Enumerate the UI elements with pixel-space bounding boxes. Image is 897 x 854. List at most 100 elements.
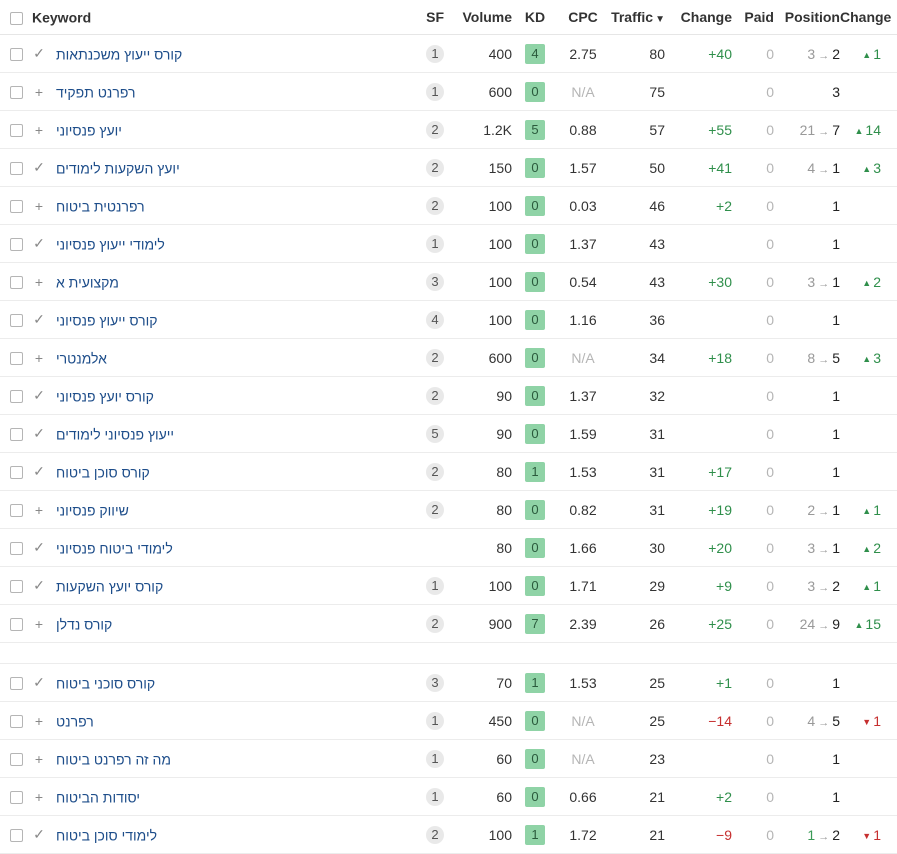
col-traffic-change[interactable]: Change — [665, 0, 732, 35]
row-checkbox[interactable] — [0, 34, 32, 73]
row-checkbox[interactable] — [0, 777, 32, 816]
added-check-icon[interactable]: ✓ — [32, 826, 46, 843]
added-check-icon[interactable]: ✓ — [32, 539, 46, 556]
added-check-icon[interactable]: ✓ — [32, 311, 46, 328]
keyword-link[interactable]: יועץ פנסיוני — [56, 122, 122, 138]
keyword-link[interactable]: יועץ השקעות לימודים — [56, 160, 180, 176]
sf-badge[interactable]: 5 — [426, 424, 444, 443]
sf-badge[interactable]: 2 — [426, 158, 444, 177]
col-position[interactable]: Position — [774, 0, 840, 35]
row-checkbox[interactable] — [0, 300, 32, 339]
volume-cell: 1.2K — [444, 110, 512, 149]
keyword-link[interactable]: לימודי ייעוץ פנסיוני — [56, 236, 165, 252]
add-to-list-icon[interactable]: + — [32, 713, 46, 729]
row-checkbox[interactable] — [0, 663, 32, 702]
row-checkbox[interactable] — [0, 110, 32, 149]
added-check-icon[interactable]: ✓ — [32, 425, 46, 442]
col-volume[interactable]: Volume — [444, 0, 512, 35]
traffic-change-cell — [665, 72, 732, 111]
keyword-link[interactable]: לימודי סוכן ביטוח — [56, 827, 157, 843]
sf-badge[interactable]: 2 — [426, 196, 444, 215]
row-checkbox[interactable] — [0, 528, 32, 567]
keyword-link[interactable]: קורס ייעוץ פנסיוני — [56, 312, 158, 328]
add-to-list-icon[interactable]: + — [32, 350, 46, 366]
keyword-link[interactable]: רפרנט תפקיד — [56, 84, 135, 100]
keyword-link[interactable]: קורס נדלן — [56, 616, 112, 632]
keyword-link[interactable]: רפרנטית ביטוח — [56, 198, 145, 214]
add-to-list-icon[interactable]: + — [32, 274, 46, 290]
sf-badge[interactable]: 4 — [426, 310, 444, 329]
paid-cell: 0 — [732, 186, 774, 225]
sf-badge[interactable]: 2 — [426, 614, 444, 633]
keyword-link[interactable]: רפרנט — [56, 713, 94, 729]
sf-badge[interactable]: 2 — [426, 500, 444, 519]
keyword-link[interactable]: ייעוץ פנסיוני לימודים — [56, 426, 174, 442]
keyword-link[interactable]: קורס סוכן ביטוח — [56, 464, 150, 480]
added-check-icon[interactable]: ✓ — [32, 463, 46, 480]
col-sf[interactable]: SF — [414, 0, 444, 35]
col-position-change[interactable]: Change — [840, 0, 897, 35]
sf-badge[interactable]: 2 — [426, 386, 444, 405]
added-check-icon[interactable]: ✓ — [32, 235, 46, 252]
added-check-icon[interactable]: ✓ — [32, 159, 46, 176]
sf-badge[interactable]: 1 — [426, 787, 444, 806]
kd-cell: 4 — [512, 34, 558, 73]
volume-cell: 100 — [444, 300, 512, 339]
keyword-link[interactable]: קורס יועץ פנסיוני — [56, 388, 154, 404]
row-checkbox[interactable] — [0, 490, 32, 529]
row-checkbox[interactable] — [0, 452, 32, 491]
row-checkbox[interactable] — [0, 414, 32, 453]
keyword-link[interactable]: לימודי ביטוח פנסיוני — [56, 540, 173, 556]
add-to-list-icon[interactable]: + — [32, 789, 46, 805]
add-to-list-icon[interactable]: + — [32, 84, 46, 100]
row-checkbox[interactable] — [0, 338, 32, 377]
sf-badge[interactable]: 1 — [426, 711, 444, 730]
col-traffic[interactable]: Traffic ▼ — [608, 0, 665, 35]
sf-badge[interactable]: 3 — [426, 272, 444, 291]
sf-badge[interactable]: 1 — [426, 576, 444, 595]
row-checkbox[interactable] — [0, 224, 32, 263]
keyword-link[interactable]: קורס ייעוץ משכנתאות — [56, 46, 182, 62]
sf-badge[interactable]: 2 — [426, 120, 444, 139]
keyword-link[interactable]: יסודות הביטוח — [56, 789, 140, 805]
added-check-icon[interactable]: ✓ — [32, 387, 46, 404]
row-checkbox[interactable] — [0, 72, 32, 111]
col-keyword[interactable]: Keyword — [32, 0, 414, 35]
keyword-link[interactable]: מקצועית א — [56, 274, 119, 290]
keyword-link[interactable]: שיווק פנסיוני — [56, 502, 129, 518]
sf-badge[interactable]: 1 — [426, 234, 444, 253]
sf-badge[interactable]: 1 — [426, 749, 444, 768]
col-paid[interactable]: Paid — [732, 0, 774, 35]
position-previous: 2 — [807, 501, 816, 518]
row-checkbox[interactable] — [0, 815, 32, 854]
added-check-icon[interactable]: ✓ — [32, 674, 46, 691]
col-kd[interactable]: KD — [512, 0, 558, 35]
row-checkbox[interactable] — [0, 604, 32, 643]
sf-badge[interactable]: 3 — [426, 673, 444, 692]
row-checkbox[interactable] — [0, 262, 32, 301]
select-all-checkbox[interactable] — [0, 0, 32, 35]
add-to-list-icon[interactable]: + — [32, 198, 46, 214]
sf-badge[interactable]: 2 — [426, 462, 444, 481]
row-checkbox[interactable] — [0, 739, 32, 778]
row-checkbox[interactable] — [0, 186, 32, 225]
sf-badge[interactable]: 2 — [426, 348, 444, 367]
sf-badge[interactable]: 2 — [426, 825, 444, 844]
row-checkbox[interactable] — [0, 148, 32, 187]
row-checkbox[interactable] — [0, 701, 32, 740]
col-cpc[interactable]: CPC — [558, 0, 608, 35]
keyword-link[interactable]: קורס סוכני ביטוח — [56, 675, 155, 691]
sf-badge[interactable]: 1 — [426, 82, 444, 101]
add-to-list-icon[interactable]: + — [32, 502, 46, 518]
added-check-icon[interactable]: ✓ — [32, 577, 46, 594]
keyword-link[interactable]: מה זה רפרנט ביטוח — [56, 751, 171, 767]
add-to-list-icon[interactable]: + — [32, 122, 46, 138]
row-checkbox[interactable] — [0, 566, 32, 605]
keyword-link[interactable]: אלמנטרי — [56, 350, 107, 366]
add-to-list-icon[interactable]: + — [32, 616, 46, 632]
row-checkbox[interactable] — [0, 376, 32, 415]
keyword-link[interactable]: קורס יועץ השקעות — [56, 578, 163, 594]
sf-badge[interactable]: 1 — [426, 44, 444, 63]
added-check-icon[interactable]: ✓ — [32, 45, 46, 62]
add-to-list-icon[interactable]: + — [32, 751, 46, 767]
